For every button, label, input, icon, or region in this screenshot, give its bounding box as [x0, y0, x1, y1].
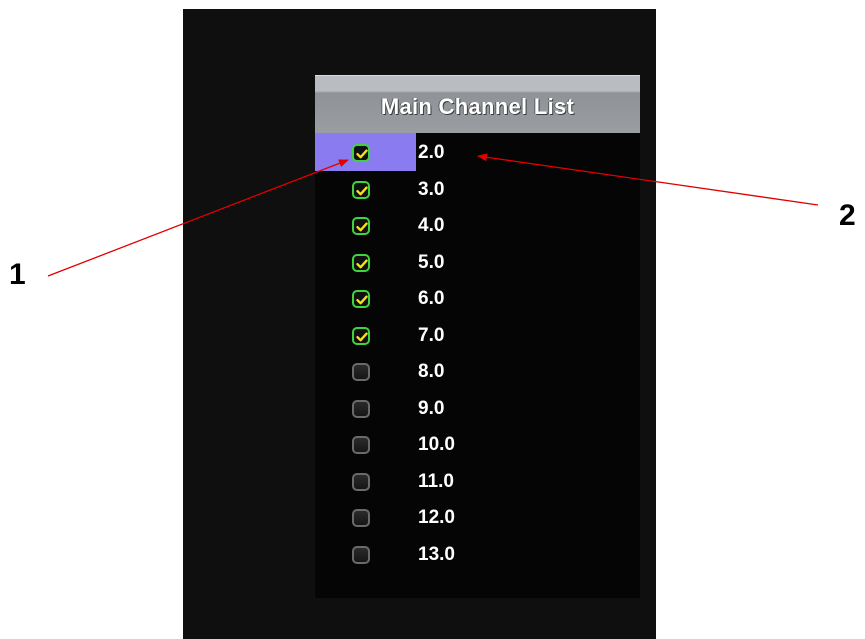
- callout-arrow-2: [477, 153, 819, 206]
- callout-arrows: [47, 153, 819, 277]
- annotated-screenshot: Main Channel List 2.0 3.0 4.0 5.0 6.0 7.0 8.0 9…: [0, 0, 865, 639]
- callout-arrow-1: [47, 159, 349, 277]
